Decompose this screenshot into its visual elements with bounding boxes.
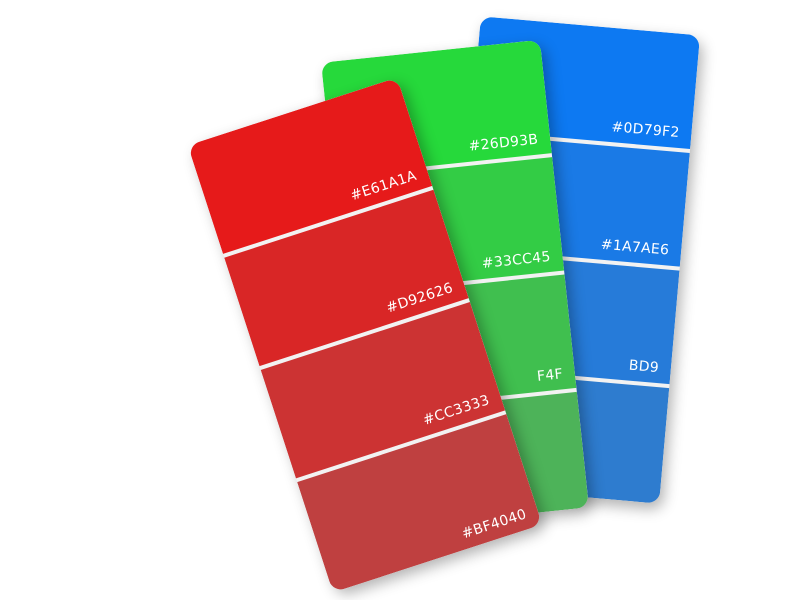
color-chip-label: #26D93B <box>467 131 540 155</box>
swatch-fan: #0D79F2 #1A7AE6 BD9 #26D93B #33CC45 F4F … <box>0 0 800 600</box>
color-chip-label: #33CC45 <box>481 248 552 273</box>
color-chip-label: #0D79F2 <box>610 119 681 142</box>
color-chip-label: #BF4040 <box>459 506 529 543</box>
color-chip-label: #1A7AE6 <box>600 236 670 259</box>
color-chip-label: BD9 <box>628 357 660 377</box>
color-chip-label: F4F <box>536 366 564 385</box>
